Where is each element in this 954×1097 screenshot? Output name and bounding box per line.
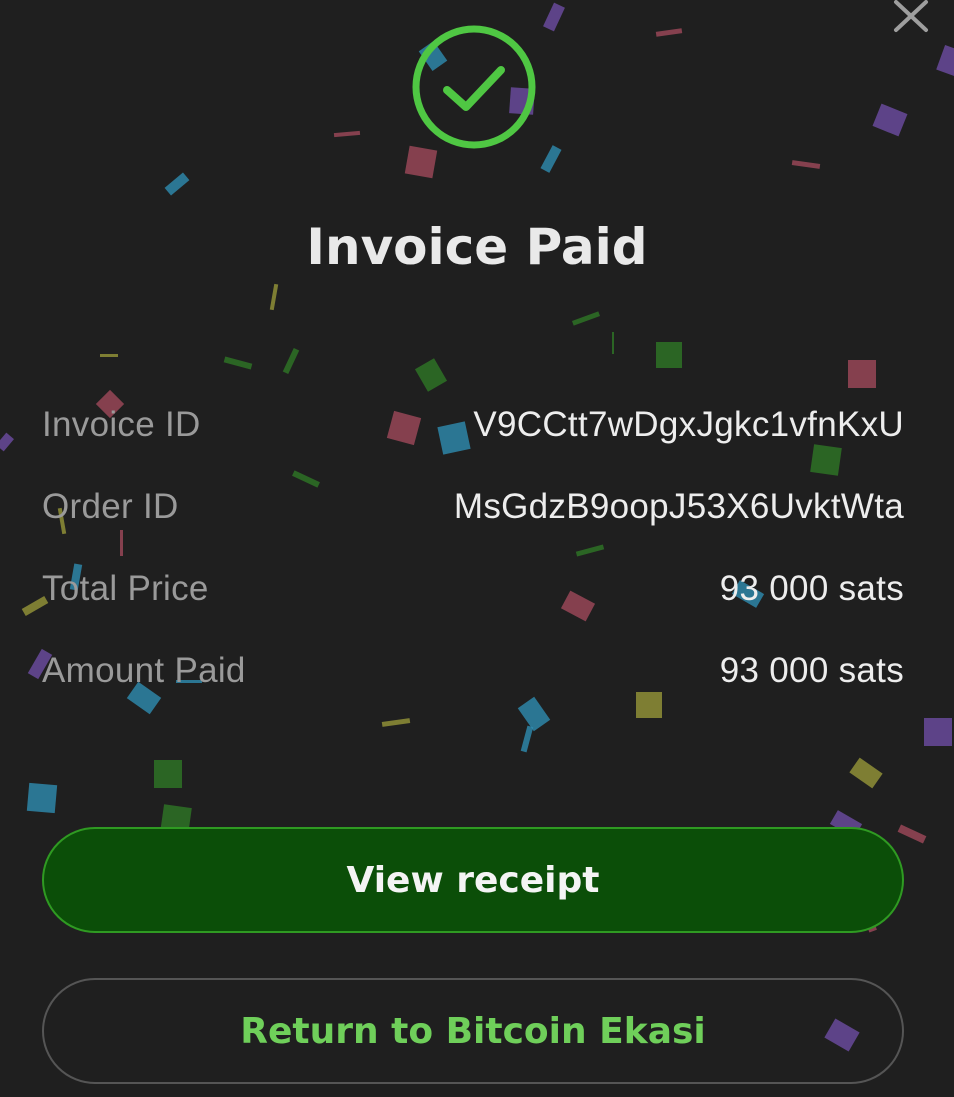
detail-value: V9CCtt7wDgxJgkc1vfnKxU <box>473 405 904 444</box>
confetti-piece <box>26 782 58 814</box>
confetti-piece <box>333 130 361 138</box>
confetti-piece <box>223 356 253 370</box>
confetti-piece <box>404 145 438 179</box>
detail-row-invoice-id: Invoice ID V9CCtt7wDgxJgkc1vfnKxU <box>42 384 904 466</box>
detail-value: MsGdzB9oopJ53X6UvktWta <box>453 487 904 526</box>
page-title: Invoice Paid <box>306 218 648 276</box>
detail-row-total-price: Total Price 93 000 sats <box>42 548 904 630</box>
return-to-store-label: Return to Bitcoin Ekasi <box>240 1010 706 1052</box>
detail-label: Order ID <box>42 487 179 526</box>
status-indicator <box>411 24 537 150</box>
close-button[interactable] <box>892 0 932 36</box>
close-icon <box>894 0 928 32</box>
detail-label: Amount Paid <box>42 651 246 690</box>
confetti-piece <box>269 283 279 311</box>
confetti-piece <box>924 718 952 746</box>
confetti-piece <box>571 311 601 326</box>
detail-row-order-id: Order ID MsGdzB9oopJ53X6UvktWta <box>42 466 904 548</box>
confetti-piece <box>655 28 683 37</box>
view-receipt-label: View receipt <box>346 859 600 901</box>
confetti-piece <box>381 718 411 727</box>
detail-value: 93 000 sats <box>719 651 904 690</box>
detail-label: Invoice ID <box>42 405 201 444</box>
detail-value: 93 000 sats <box>719 569 904 608</box>
confetti-piece <box>540 145 562 173</box>
detail-label: Total Price <box>42 569 209 608</box>
confetti-piece <box>897 824 927 844</box>
confetti-piece <box>872 103 908 137</box>
confetti-piece <box>154 760 182 788</box>
confetti-piece <box>520 725 534 753</box>
return-to-store-button[interactable]: Return to Bitcoin Ekasi <box>42 978 904 1084</box>
check-circle-icon <box>412 25 536 149</box>
confetti-piece <box>0 432 14 452</box>
confetti-piece <box>543 2 565 32</box>
confetti-piece <box>282 347 300 375</box>
confetti-piece <box>791 160 821 169</box>
confetti-piece <box>164 172 190 196</box>
confetti-piece <box>849 757 883 789</box>
confetti-piece <box>936 45 954 77</box>
confetti-piece <box>656 342 682 368</box>
invoice-details: Invoice ID V9CCtt7wDgxJgkc1vfnKxU Order … <box>42 384 904 712</box>
view-receipt-button[interactable]: View receipt <box>42 827 904 933</box>
detail-row-amount-paid: Amount Paid 93 000 sats <box>42 630 904 712</box>
confetti-piece <box>100 354 118 357</box>
confetti-piece <box>612 332 614 354</box>
